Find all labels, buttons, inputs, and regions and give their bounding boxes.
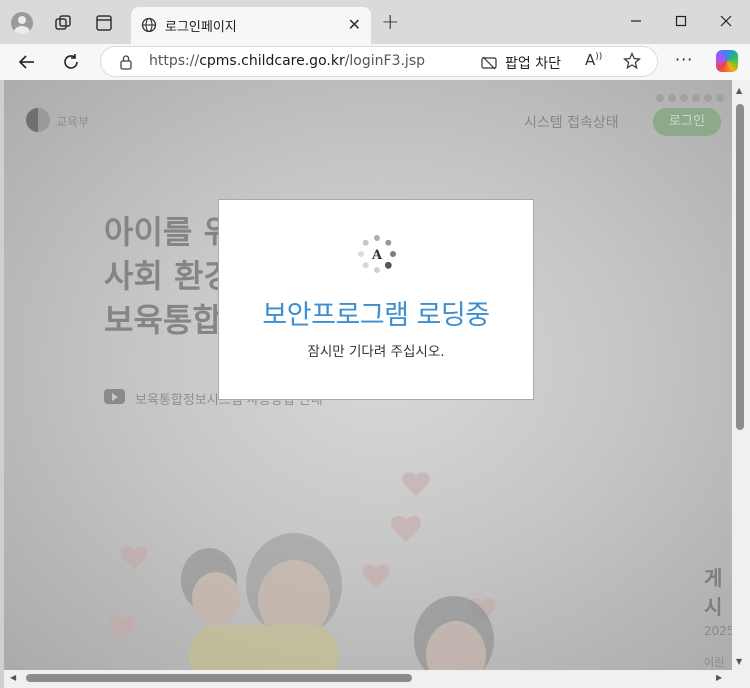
favorite-star-icon[interactable] <box>623 51 641 74</box>
scroll-left-arrow-icon[interactable]: ◀ <box>10 673 16 682</box>
maximize-button[interactable] <box>661 8 701 34</box>
logo-text: 교육부 <box>56 115 90 129</box>
workspaces-icon[interactable] <box>52 12 74 34</box>
loading-modal: A 보안프로그램 로딩중 잠시만 기다려 주십시오. <box>218 199 534 400</box>
popup-blocked-label: 팝업 차단 <box>505 56 561 72</box>
scroll-up-arrow-icon[interactable]: ▲ <box>736 86 742 95</box>
read-aloud-icon[interactable]: A)) <box>585 51 602 69</box>
tab-title: 로그인페이지 <box>165 20 237 35</box>
tab-actions-icon[interactable] <box>93 12 115 34</box>
system-status-link[interactable]: 시스템 접속상태 <box>524 112 619 132</box>
notice-item[interactable]: 어린 <box>704 654 724 670</box>
copilot-icon[interactable] <box>716 50 738 72</box>
login-button[interactable]: 로그인 <box>653 108 721 136</box>
active-tab[interactable]: 로그인페이지 ✕ <box>131 7 371 44</box>
refresh-icon[interactable] <box>58 49 84 75</box>
loading-spinner-icon: A <box>358 235 396 273</box>
spinner-letter: A <box>371 248 383 263</box>
navigation-bar: https://cpms.childcare.go.kr/loginF3.jsp… <box>0 44 750 80</box>
modal-subtitle: 잠시만 기다려 주십시오. <box>307 344 445 360</box>
new-tab-button[interactable]: + <box>381 10 399 35</box>
popup-blocked-indicator[interactable]: 팝업 차단 <box>481 53 561 73</box>
profile-avatar-icon[interactable] <box>11 12 33 34</box>
tab-close-icon[interactable]: ✕ <box>348 15 361 34</box>
scroll-right-arrow-icon[interactable]: ▶ <box>716 673 722 682</box>
status-dots <box>656 94 724 102</box>
lock-icon[interactable] <box>119 54 133 74</box>
horizontal-scrollbar[interactable]: ◀ ▶ <box>4 670 750 688</box>
address-bar[interactable]: https://cpms.childcare.go.kr/loginF3.jsp… <box>100 46 658 77</box>
close-window-button[interactable] <box>706 8 746 34</box>
globe-icon <box>141 17 157 37</box>
notice-heading: 게시 <box>704 566 723 619</box>
vertical-scroll-thumb[interactable] <box>736 104 744 430</box>
vertical-scrollbar[interactable]: ▲ ▼ <box>732 80 750 670</box>
notice-date: 2025 <box>704 624 732 638</box>
url-text[interactable]: https://cpms.childcare.go.kr/loginF3.jsp <box>149 53 425 69</box>
tab-strip: 로그인페이지 ✕ + <box>0 0 750 44</box>
video-play-icon[interactable] <box>104 389 125 404</box>
modal-title: 보안프로그램 로딩중 <box>262 300 490 331</box>
popup-blocked-icon <box>481 56 497 70</box>
ministry-seal-icon <box>26 108 50 132</box>
scroll-down-arrow-icon[interactable]: ▼ <box>736 657 742 666</box>
more-options-button[interactable]: ··· <box>675 50 693 69</box>
horizontal-scroll-thumb[interactable] <box>26 674 412 682</box>
back-arrow-icon[interactable] <box>14 49 40 75</box>
minimize-button[interactable] <box>616 8 656 34</box>
